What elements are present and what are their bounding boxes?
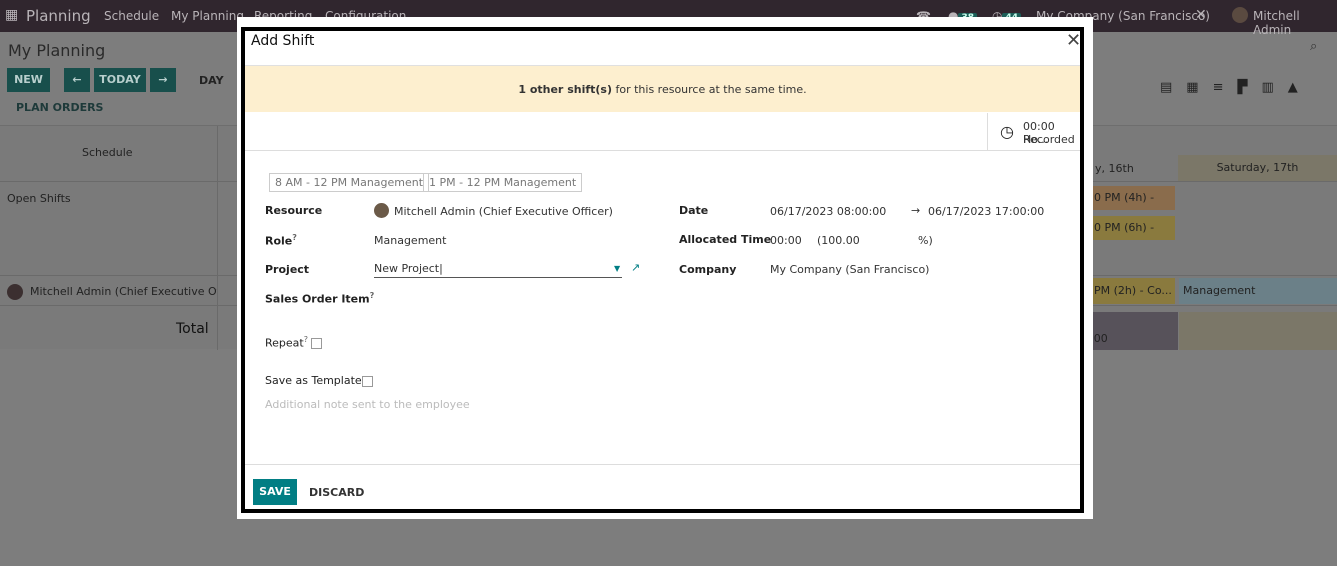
debug-tools-icon[interactable]: ✕ bbox=[1195, 7, 1207, 23]
overlap-warning: 1 other shift(s) for this resource at th… bbox=[245, 65, 1080, 112]
search-icon[interactable]: ⌕ bbox=[1310, 39, 1317, 54]
allocated-hours-field[interactable]: 00:00 bbox=[770, 234, 802, 247]
template-chip[interactable]: 8 AM - 12 PM Management bbox=[269, 173, 430, 192]
next-button[interactable]: → bbox=[150, 68, 176, 92]
row-open-shifts: Open Shifts bbox=[7, 192, 71, 205]
save-template-label: Save as Template bbox=[265, 374, 373, 387]
close-icon[interactable]: ✕ bbox=[1066, 30, 1081, 51]
shift-pill[interactable]: 0 PM (6h) - C... bbox=[1084, 216, 1175, 240]
day-scale-button[interactable]: DAY bbox=[199, 74, 224, 87]
plan-orders-button[interactable]: PLAN ORDERS bbox=[16, 101, 103, 114]
company-field[interactable]: My Company (San Francisco) bbox=[770, 263, 929, 276]
percent-sign: %) bbox=[918, 234, 933, 247]
menu-my-planning[interactable]: My Planning bbox=[171, 9, 244, 23]
sales-order-label: Sales Order Item? bbox=[265, 291, 375, 306]
end-date-field[interactable]: 06/17/2023 17:00:00 bbox=[928, 205, 1044, 218]
allocated-percent-field[interactable]: (100.00 bbox=[817, 234, 860, 247]
today-button[interactable]: TODAY bbox=[94, 68, 146, 92]
allocated-time-label: Allocated Time bbox=[679, 233, 772, 246]
menu-schedule[interactable]: Schedule bbox=[104, 9, 159, 23]
clock-icon: ◷ bbox=[1000, 122, 1014, 141]
resource-label: Resource bbox=[265, 204, 323, 217]
arrow-right-icon: → bbox=[911, 204, 921, 217]
row-mitchell-admin: Mitchell Admin (Chief Executive Office bbox=[30, 285, 217, 298]
day-header-17: Saturday, 17th bbox=[1178, 155, 1337, 181]
start-date-field[interactable]: 06/17/2023 08:00:00 bbox=[770, 205, 886, 218]
dropdown-caret-icon[interactable]: ▼ bbox=[614, 264, 620, 273]
repeat-label: Repeat? bbox=[265, 335, 322, 350]
page-title: My Planning bbox=[8, 41, 106, 60]
calendar-view-icon[interactable]: ▦ bbox=[1186, 80, 1212, 95]
role-field[interactable]: Management bbox=[374, 234, 446, 247]
save-template-checkbox[interactable] bbox=[361, 375, 373, 387]
shift-pill[interactable]: PM (2h) - Co... bbox=[1084, 278, 1175, 304]
resource-avatar bbox=[374, 203, 389, 218]
graph-view-icon[interactable]: ▲ bbox=[1288, 80, 1312, 95]
gantt-view-icon[interactable]: ▤ bbox=[1160, 80, 1186, 95]
dialog-title: Add Shift bbox=[251, 33, 315, 49]
kanban-view-icon[interactable]: ▛ bbox=[1238, 80, 1262, 95]
external-link-icon[interactable]: ↗ bbox=[631, 261, 640, 274]
prev-button[interactable]: ← bbox=[64, 68, 90, 92]
new-button[interactable]: NEW bbox=[7, 68, 50, 92]
shift-pill[interactable]: Management bbox=[1179, 278, 1337, 304]
total-cell: :00 bbox=[1084, 312, 1178, 350]
save-button[interactable]: SAVE bbox=[253, 479, 297, 505]
project-input[interactable]: New Project| bbox=[374, 262, 622, 278]
day-header: y, 16th bbox=[1095, 162, 1134, 175]
discard-button[interactable]: DISCARD bbox=[309, 486, 364, 499]
apps-icon[interactable]: ▦ bbox=[5, 7, 18, 23]
pivot-view-icon[interactable]: ▥ bbox=[1262, 80, 1288, 95]
user-menu[interactable]: Mitchell Admin bbox=[1253, 9, 1337, 37]
total-label: Total bbox=[176, 321, 209, 337]
company-label: Company bbox=[679, 263, 737, 276]
resource-field[interactable]: Mitchell Admin (Chief Executive Officer) bbox=[394, 205, 613, 218]
project-label: Project bbox=[265, 263, 310, 276]
view-switcher: ▤▦≡▛▥▲ bbox=[1160, 80, 1312, 95]
date-label: Date bbox=[679, 204, 709, 217]
avatar bbox=[7, 284, 23, 300]
list-view-icon[interactable]: ≡ bbox=[1213, 80, 1238, 95]
schedule-header: Schedule bbox=[82, 146, 133, 159]
repeat-checkbox[interactable] bbox=[310, 338, 322, 350]
shift-pill[interactable]: 0 PM (4h) - D... bbox=[1084, 186, 1175, 210]
template-chip[interactable]: 1 PM - 12 PM Management bbox=[423, 173, 583, 192]
user-avatar[interactable] bbox=[1232, 7, 1248, 23]
role-label: Role? bbox=[265, 233, 297, 248]
note-input[interactable]: Additional note sent to the employee bbox=[265, 398, 470, 411]
app-name[interactable]: Planning bbox=[26, 7, 91, 25]
hours-recorded-button[interactable]: ◷ 00:00 Ho... Recorded bbox=[987, 113, 1080, 150]
